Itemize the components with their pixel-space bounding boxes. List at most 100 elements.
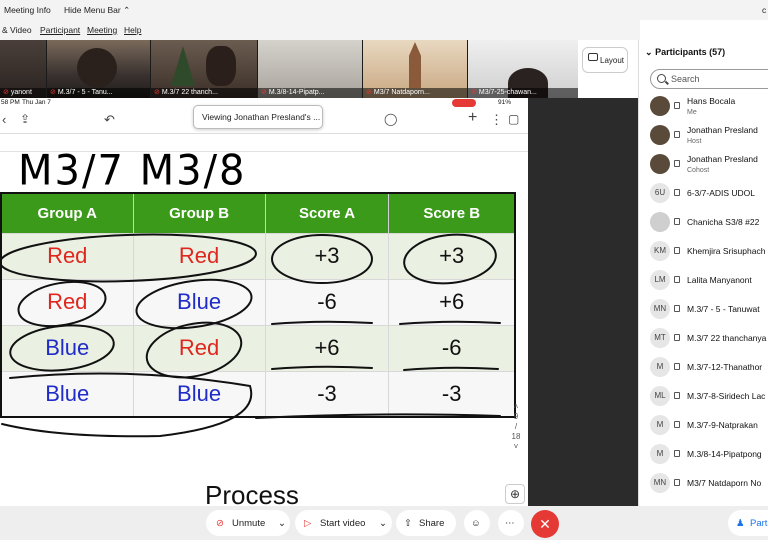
participant-search-input[interactable]: Search bbox=[650, 69, 768, 89]
participant-name: M.3/7-9-Natprakan bbox=[687, 420, 758, 430]
pages-icon[interactable]: ▢ bbox=[508, 112, 519, 126]
participant-row[interactable]: Chanicha S3/8 #22 bbox=[639, 211, 768, 240]
leave-meeting-button[interactable]: ✕ bbox=[531, 510, 559, 538]
participant-row[interactable]: KM Khemjira Srisuphach bbox=[639, 240, 768, 269]
menu-participant[interactable]: Participant bbox=[40, 25, 80, 35]
cell-score-b: -6 bbox=[388, 324, 516, 371]
microphone-icon[interactable]: ◯ bbox=[384, 112, 397, 126]
video-tile[interactable]: ⊘ M.3/8-14-Pipatp... bbox=[258, 40, 362, 98]
cell-score-a: +6 bbox=[265, 324, 390, 371]
page-indicator: ˄ 9 / 18 ˅ bbox=[508, 402, 524, 452]
reactions-button[interactable]: ☺ bbox=[464, 510, 490, 536]
scroll-up-icon[interactable]: ˄ bbox=[508, 402, 524, 412]
participants-toggle-label: Part bbox=[750, 518, 768, 529]
muted-mic-icon: ⊘ bbox=[50, 89, 56, 96]
hide-menu-bar-label: Hide Menu Bar bbox=[64, 5, 121, 15]
cell-group-a: Red bbox=[1, 278, 134, 325]
participant-row[interactable]: MN M3/7 Natdaporn No bbox=[639, 472, 768, 501]
video-tile[interactable]: ⊘ M.3/7 - 5 - Tanu... bbox=[47, 40, 150, 98]
chevron-down-icon[interactable]: ⌄ bbox=[278, 518, 286, 529]
page-separator: / bbox=[514, 422, 518, 431]
participant-row[interactable]: MN M.3/7 - 5 - Tanuwat bbox=[639, 298, 768, 327]
more-button[interactable]: ⋯ bbox=[498, 510, 524, 536]
page-current: 9 bbox=[513, 412, 519, 421]
avatar: MT bbox=[650, 328, 670, 348]
participants-toggle-button[interactable]: ♟ Part bbox=[728, 510, 768, 536]
menu-video[interactable]: & Video bbox=[2, 25, 32, 35]
avatar: M bbox=[650, 415, 670, 435]
more-vertical-icon[interactable]: ⋮ bbox=[490, 112, 503, 128]
participant-row[interactable]: Hans Bocala Me bbox=[639, 95, 768, 124]
avatar bbox=[650, 96, 670, 116]
meeting-toolbar: ⊘ Unmute ⌄ ▷ Start video ⌄ ⇧ Share ☺ ⋯ ✕… bbox=[0, 506, 768, 540]
participant-row[interactable]: Jonathan Presland Host bbox=[639, 124, 768, 153]
chevron-down-icon[interactable]: ⌄ bbox=[379, 518, 387, 529]
participants-header[interactable]: ⌄ Participants (57) bbox=[645, 47, 725, 58]
person-silhouette bbox=[206, 46, 236, 86]
recording-indicator bbox=[452, 99, 476, 107]
avatar: MN bbox=[650, 473, 670, 493]
avatar bbox=[650, 125, 670, 145]
avatar: LM bbox=[650, 270, 670, 290]
cell-score-b: +3 bbox=[388, 232, 516, 279]
unmute-button[interactable]: ⊘ Unmute ⌄ bbox=[206, 510, 290, 536]
search-placeholder: Search bbox=[671, 74, 700, 84]
page-total: 18 bbox=[511, 432, 521, 441]
muted-mic-icon: ⊘ bbox=[261, 89, 267, 96]
participant-row[interactable]: MT M.3/7 22 thanchanya bbox=[639, 327, 768, 356]
avatar: 6U bbox=[650, 183, 670, 203]
avatar bbox=[650, 154, 670, 174]
mic-status-icon bbox=[674, 276, 680, 283]
table-row: Blue Red +6 -6 bbox=[1, 324, 516, 371]
participant-row[interactable]: ML M.3/7-8-Siridech Lac bbox=[639, 385, 768, 414]
mic-status-icon bbox=[674, 102, 680, 109]
mic-status-icon bbox=[674, 392, 680, 399]
menu-help[interactable]: Help bbox=[124, 25, 141, 35]
mic-status-icon bbox=[674, 363, 680, 370]
header-score-a: Score A bbox=[265, 193, 390, 233]
participant-name: Jonathan Presland bbox=[687, 125, 758, 135]
participant-row[interactable]: M M.3/7-12-Thanathor bbox=[639, 356, 768, 385]
muted-mic-icon: ⊘ bbox=[216, 518, 224, 529]
share-button[interactable]: ⇧ Share bbox=[396, 510, 456, 536]
table-row: Blue Blue -3 -3 bbox=[1, 370, 516, 417]
back-chevron-icon[interactable]: ‹ bbox=[2, 112, 6, 127]
participant-row[interactable]: 6U 6-3/7-ADIS UDOL bbox=[639, 182, 768, 211]
start-video-button[interactable]: ▷ Start video ⌄ bbox=[295, 510, 392, 536]
avatar: ML bbox=[650, 386, 670, 406]
mic-status-icon bbox=[674, 218, 680, 225]
mic-status-icon bbox=[674, 334, 680, 341]
meeting-info-menu[interactable]: Meeting Info bbox=[4, 5, 51, 15]
menu-meeting[interactable]: Meeting bbox=[87, 25, 117, 35]
participant-name: Jonathan Presland bbox=[687, 154, 758, 164]
scroll-down-icon[interactable]: ˅ bbox=[508, 442, 524, 452]
undo-icon[interactable]: ↶ bbox=[104, 112, 115, 128]
participant-row[interactable]: Jonathan Presland Cohost bbox=[639, 153, 768, 182]
mic-status-icon bbox=[674, 450, 680, 457]
participant-row[interactable]: M M.3/7-9-Natprakan bbox=[639, 414, 768, 443]
hide-menu-bar-button[interactable]: Hide Menu Bar ⌃ bbox=[64, 5, 130, 16]
zoom-icon[interactable]: ⊕ bbox=[505, 484, 525, 504]
video-tile[interactable]: ⊘ yanont bbox=[0, 40, 46, 98]
share-icon[interactable]: ⇪ bbox=[20, 112, 30, 126]
cell-score-a: -6 bbox=[265, 278, 390, 325]
participant-row[interactable]: LM Lalita Manyanont bbox=[639, 269, 768, 298]
participant-row[interactable]: M M.3/8-14-Pipatpong bbox=[639, 443, 768, 472]
cell-score-b: +6 bbox=[388, 278, 516, 325]
cell-group-b: Red bbox=[133, 232, 266, 279]
participant-name: Lalita Manyanont bbox=[687, 275, 752, 285]
video-tile[interactable]: ⊘ M3/7 Natdaporn... bbox=[363, 40, 467, 98]
header-group-a: Group A bbox=[1, 193, 134, 233]
add-icon[interactable]: + bbox=[468, 109, 477, 127]
muted-mic-icon: ⊘ bbox=[3, 89, 9, 96]
participant-name: Khemjira Srisuphach bbox=[687, 246, 766, 256]
start-video-label: Start video bbox=[320, 518, 366, 529]
person-silhouette bbox=[77, 48, 117, 88]
empty-video-area bbox=[528, 98, 638, 506]
video-tile[interactable]: ⊘ M.3/7 22 thanch... bbox=[151, 40, 257, 98]
layout-button[interactable]: Layout bbox=[582, 47, 628, 73]
cell-group-b: Blue bbox=[133, 370, 266, 417]
video-tile[interactable]: ⊘ M3/7-25-chawan... bbox=[468, 40, 578, 98]
avatar: KM bbox=[650, 241, 670, 261]
participant-name: M3/7 Natdaporn No bbox=[687, 478, 762, 488]
